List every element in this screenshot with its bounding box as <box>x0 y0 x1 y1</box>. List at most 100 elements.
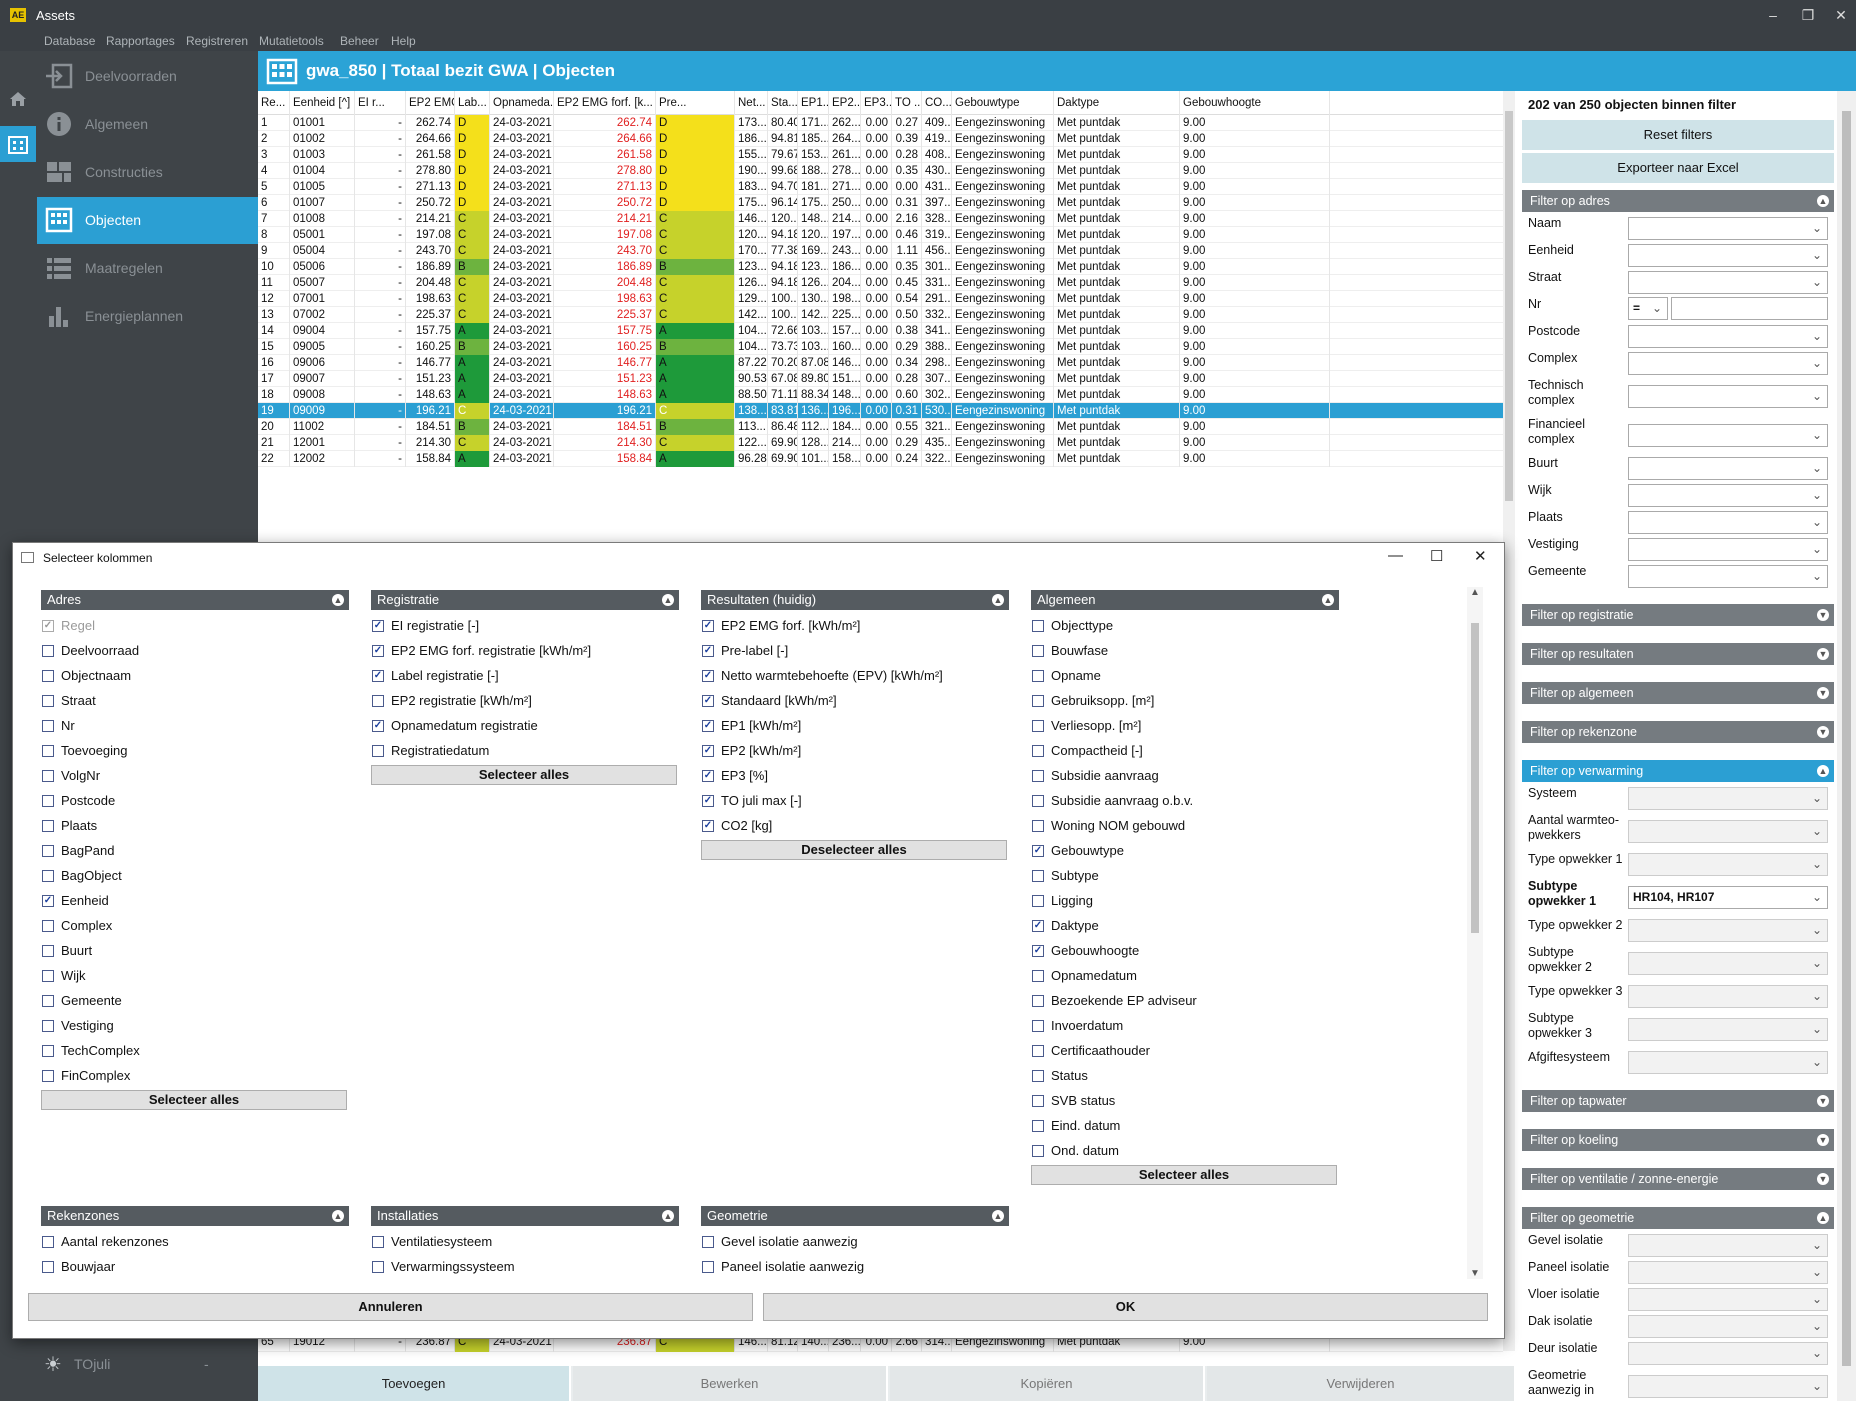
table-row[interactable]: 11 05007-204.48 C 24-03-2021 204.48 C 126... 94… <box>258 275 1503 291</box>
filter-koeling-header[interactable]: Filter op koeling ▼ <box>1522 1129 1834 1151</box>
filter-adres-header[interactable]: Filter op adres ▲ <box>1522 190 1834 212</box>
menu-rapportages[interactable]: Rapportages <box>106 34 175 48</box>
column-header-ep3[interactable]: EP3... <box>861 91 892 115</box>
filter-select[interactable]: ⌄ <box>1628 1234 1828 1257</box>
nav-item-objecten[interactable]: Objecten <box>37 197 258 244</box>
column-header-ep2-emg-registratie[interactable]: EP2 EMG f... <box>406 91 455 115</box>
checkbox-item[interactable]: Verwarmingssysteem <box>372 1258 515 1276</box>
select-all-button[interactable]: Selecteer alles <box>41 1090 347 1110</box>
filter-registratie-header[interactable]: Filter op registratie ▼ <box>1522 604 1834 626</box>
checkbox-item[interactable]: ✓ EP1 [kWh/m²] <box>702 717 801 735</box>
checkbox-item[interactable]: ✓ Daktype <box>1032 917 1099 935</box>
filter-select[interactable]: ⌄ <box>1628 271 1828 294</box>
close-icon[interactable]: ✕ <box>1828 5 1854 25</box>
select-all-button[interactable]: Selecteer alles <box>1031 1165 1337 1185</box>
column-header-gebouwhoogte[interactable]: Gebouwhoogte <box>1180 91 1330 115</box>
table-row[interactable]: 10 05006-186.89 B 24-03-2021 186.89 B 123... 94… <box>258 259 1503 275</box>
checkbox-item[interactable]: VolgNr <box>42 767 100 785</box>
checkbox-item[interactable]: Ond. datum <box>1032 1142 1119 1160</box>
table-row[interactable]: 1 01001-262.74 D 24-03-2021 262.74 D 173... 80.… <box>258 115 1503 131</box>
checkbox-item[interactable]: ✓ EP3 [%] <box>702 767 768 785</box>
checkbox-item[interactable]: Subsidie aanvraag o.b.v. <box>1032 792 1193 810</box>
filter-select[interactable]: ⌄ <box>1628 385 1828 408</box>
checkbox-item[interactable]: BagObject <box>42 867 122 885</box>
checkbox-item[interactable]: Aantal rekenzones <box>42 1233 169 1251</box>
filter-select[interactable]: ⌄ <box>1628 325 1828 348</box>
checkbox-item[interactable]: ✓ EP2 EMG forf. registratie [kWh/m²] <box>372 642 591 660</box>
filter-tapwater-header[interactable]: Filter op tapwater ▼ <box>1522 1090 1834 1112</box>
menu-registreren[interactable]: Registreren <box>186 34 248 48</box>
menu-beheer[interactable]: Beheer <box>340 34 379 48</box>
filter-select[interactable]: ⌄ <box>1628 1288 1828 1311</box>
section-registratie-header[interactable]: Registratie ▲ <box>371 590 679 610</box>
column-header-co2[interactable]: CO... <box>922 91 952 115</box>
scroll-down-icon[interactable]: ▼ <box>1470 1268 1480 1279</box>
column-header-eenheid[interactable]: Eenheid [^] <box>290 91 355 115</box>
checkbox-item[interactable]: Gevel isolatie aanwezig <box>702 1233 858 1251</box>
table-row[interactable]: 2 01002-264.66 D 24-03-2021 264.66 D 186... 94.… <box>258 131 1503 147</box>
checkbox-item[interactable]: Nr <box>42 717 75 735</box>
section-installaties-header[interactable]: Installaties ▲ <box>371 1206 679 1226</box>
checkbox-item[interactable]: ✓ TO juli max [-] <box>702 792 802 810</box>
column-header-ep2[interactable]: EP2... <box>829 91 861 115</box>
column-header-opnamedatum[interactable]: Opnameda... <box>490 91 554 115</box>
select-all-button[interactable]: Selecteer alles <box>371 765 677 785</box>
filter-select[interactable]: HR104, HR107 ⌄ <box>1628 886 1828 909</box>
kopieren-button[interactable]: Kopiëren <box>890 1366 1205 1401</box>
checkbox-item[interactable]: SVB status <box>1032 1092 1115 1110</box>
filter-select[interactable]: ⌄ <box>1628 352 1828 375</box>
column-header-standaard[interactable]: Sta... <box>768 91 798 115</box>
table-row[interactable]: 7 01008-214.21 C 24-03-2021 214.21 C 146... 120… <box>258 211 1503 227</box>
checkbox-item[interactable]: Bouwjaar <box>42 1258 115 1276</box>
column-header-netto[interactable]: Net... <box>735 91 768 115</box>
filter-resultaten-header[interactable]: Filter op resultaten ▼ <box>1522 643 1834 665</box>
checkbox-item[interactable]: ✓ Gebouwhoogte <box>1032 942 1139 960</box>
nav-item-maatregelen[interactable]: Maatregelen <box>37 245 258 292</box>
checkbox-item[interactable]: Vestiging <box>42 1017 114 1035</box>
deselect-all-button[interactable]: Deselecteer alles <box>701 840 1007 860</box>
checkbox-item[interactable]: Postcode <box>42 792 115 810</box>
menu-database[interactable]: Database <box>44 34 95 48</box>
dialog-scrollbar[interactable]: ▲ ▼ <box>1467 587 1483 1279</box>
table-row[interactable]: 14 09004-157.75 A 24-03-2021 157.75 A 104... 72… <box>258 323 1503 339</box>
checkbox-item[interactable]: Subsidie aanvraag <box>1032 767 1159 785</box>
column-header-ep2-emg-forf[interactable]: EP2 EMG forf. [k... <box>554 91 656 115</box>
column-header-gebouwtype[interactable]: Gebouwtype <box>952 91 1054 115</box>
filter-select[interactable]: ⌄ <box>1628 484 1828 507</box>
checkbox-item[interactable]: Toevoeging <box>42 742 128 760</box>
filter-select[interactable]: ⌄ <box>1628 565 1828 588</box>
table-row[interactable]: 4 01004-278.80 D 24-03-2021 278.80 D 190... 99.… <box>258 163 1503 179</box>
filter-rekenzone-header[interactable]: Filter op rekenzone ▼ <box>1522 721 1834 743</box>
checkbox-item[interactable]: Ligging <box>1032 892 1093 910</box>
checkbox-item[interactable]: ✓ EI registratie [-] <box>372 617 479 635</box>
cancel-button[interactable]: Annuleren <box>28 1293 753 1321</box>
nav-item-algemeen[interactable]: Algemeen <box>37 101 258 148</box>
filter-select[interactable]: ⌄ <box>1628 457 1828 480</box>
section-geometrie-header[interactable]: Geometrie ▲ <box>701 1206 1009 1226</box>
checkbox-item[interactable]: Eind. datum <box>1032 1117 1120 1135</box>
column-header-prelabel[interactable]: Pre... <box>656 91 735 115</box>
checkbox-item[interactable]: Buurt <box>42 942 92 960</box>
table-row[interactable]: 15 09005-160.25 B 24-03-2021 160.25 B 104... 73… <box>258 339 1503 355</box>
checkbox-item[interactable]: Gebruiksopp. [m²] <box>1032 692 1154 710</box>
table-row[interactable]: 18 09008-148.63 A 24-03-2021 148.63 A 88.50 71.… <box>258 387 1503 403</box>
checkbox-item[interactable]: Status <box>1032 1067 1088 1085</box>
filter-ventilatie-header[interactable]: Filter op ventilatie / zonne-energie ▼ <box>1522 1168 1834 1190</box>
checkbox-item[interactable]: ✓ Opnamedatum registratie <box>372 717 538 735</box>
checkbox-item[interactable]: Ventilatiesysteem <box>372 1233 492 1251</box>
table-row[interactable]: 9 05004-243.70 C 24-03-2021 243.70 C 170... 77.… <box>258 243 1503 259</box>
nav-item-deelvoorraden[interactable]: Deelvoorraden <box>37 53 258 100</box>
minimize-icon[interactable]: — <box>1388 547 1403 564</box>
filter-select[interactable]: ⌄ <box>1628 1315 1828 1338</box>
checkbox-item[interactable]: Invoerdatum <box>1032 1017 1123 1035</box>
nav-item-constructies[interactable]: Constructies <box>37 149 258 196</box>
checkbox-item[interactable]: Opnamedatum <box>1032 967 1137 985</box>
filter-select[interactable]: ⌄ <box>1628 985 1828 1008</box>
maximize-icon[interactable]: ❐ <box>1795 5 1821 25</box>
filter-select[interactable]: ⌄ <box>1628 919 1828 942</box>
minimize-icon[interactable]: – <box>1760 5 1786 25</box>
filter-algemeen-header[interactable]: Filter op algemeen ▼ <box>1522 682 1834 704</box>
checkbox-item[interactable]: ✓ EP2 [kWh/m²] <box>702 742 801 760</box>
table-row[interactable]: 3 01003-261.58 D 24-03-2021 261.58 D 155... 79.… <box>258 147 1503 163</box>
menu-mutatietools[interactable]: Mutatietools <box>259 34 324 48</box>
